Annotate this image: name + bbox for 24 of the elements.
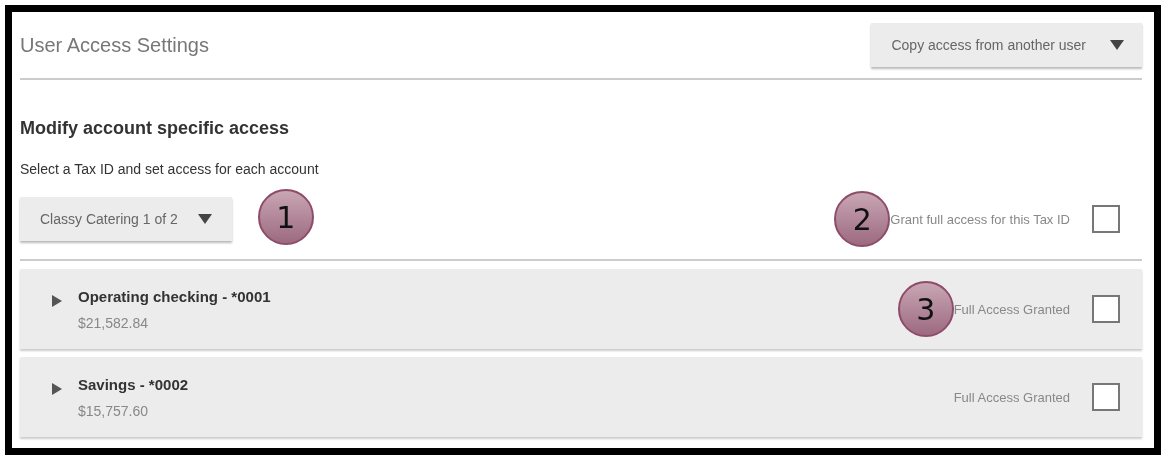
account-balance: $21,582.84 bbox=[78, 314, 150, 331]
access-checkbox[interactable] bbox=[1092, 383, 1120, 411]
tax-id-dropdown[interactable]: Classy Catering 1 of 2 bbox=[20, 197, 232, 241]
page-title: User Access Settings bbox=[20, 33, 209, 57]
expand-icon[interactable] bbox=[52, 383, 62, 395]
callout-marker: 3 bbox=[897, 281, 954, 337]
account-name: Operating checking - *0001 bbox=[78, 287, 271, 305]
access-checkbox[interactable] bbox=[1092, 295, 1120, 323]
access-label: Full Access Granted bbox=[953, 301, 1070, 317]
callout-marker: 1 bbox=[257, 189, 314, 245]
grant-checkbox[interactable] bbox=[1092, 205, 1120, 233]
grant-label: Grant full access for this Tax ID bbox=[890, 211, 1070, 227]
section-heading: Modify account specific access bbox=[20, 118, 291, 139]
callout-marker: 2 bbox=[834, 191, 891, 247]
account-name: Savings - *0002 bbox=[78, 375, 189, 393]
account-balance: $15,757.60 bbox=[78, 402, 150, 419]
account-row[interactable]: Operating checking - *0001 $21,582.84 3 Full Access Granted bbox=[20, 269, 1142, 349]
account-row[interactable]: Savings - *0002 $15,757.60 Full Access Granted bbox=[20, 357, 1142, 437]
caret-icon bbox=[197, 214, 212, 224]
expand-icon[interactable] bbox=[52, 295, 62, 307]
section-subtitle: Select a Tax ID and set access for each account bbox=[20, 161, 320, 177]
caret-icon bbox=[1110, 40, 1124, 50]
access-label: Full Access Granted bbox=[953, 389, 1070, 405]
copy-access-dropdown[interactable]: Copy access from another user bbox=[871, 23, 1142, 67]
